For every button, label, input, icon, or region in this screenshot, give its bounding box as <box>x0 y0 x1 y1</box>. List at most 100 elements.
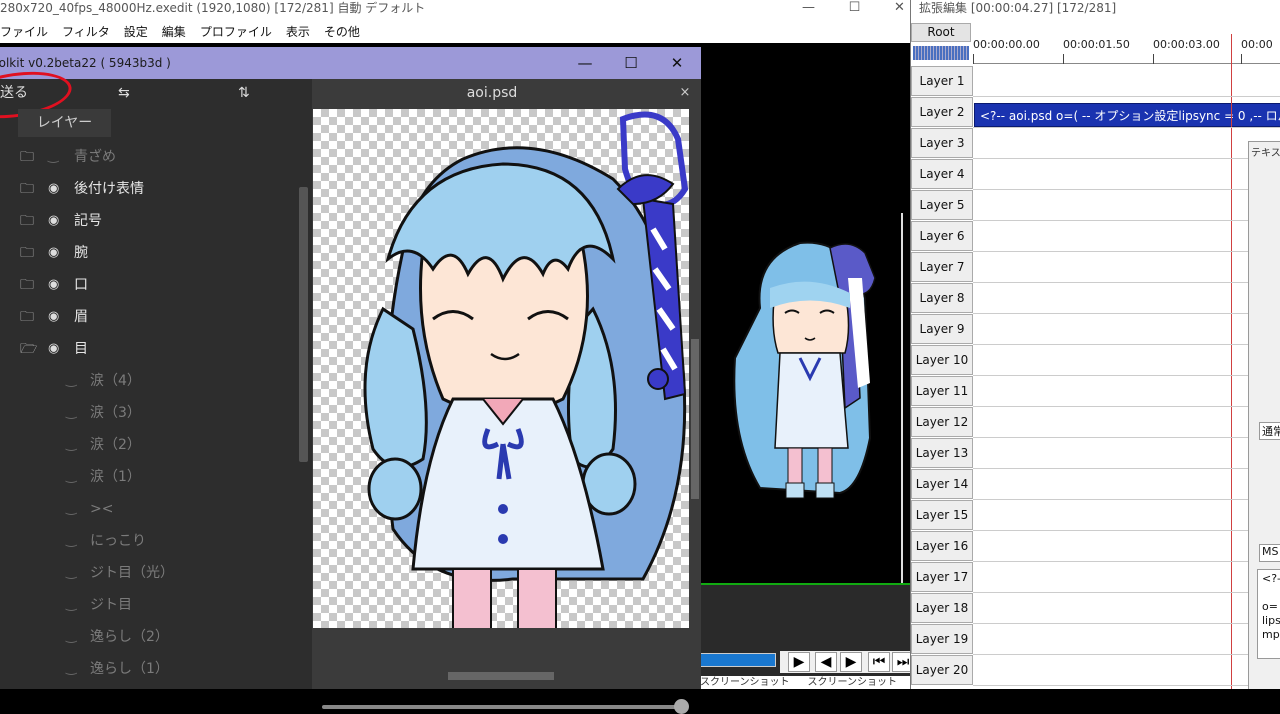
layer-header[interactable]: Layer 5 <box>911 190 973 220</box>
layer-row[interactable]: ‿ 逸らし（2） <box>0 621 296 653</box>
layer-header[interactable]: Layer 20 <box>911 655 973 685</box>
layer-header[interactable]: Layer 1 <box>911 66 973 96</box>
menu-filter[interactable]: フィルタ <box>62 19 110 45</box>
layer-header[interactable]: Layer 12 <box>911 407 973 437</box>
layer-row[interactable]: ‿ 涙（4） <box>0 365 296 397</box>
layer-header[interactable]: Layer 13 <box>911 438 973 468</box>
layer-header[interactable]: Layer 2 <box>911 97 973 127</box>
folder-icon[interactable]: 🗀 <box>20 141 36 173</box>
eye-closed-icon[interactable]: ‿ <box>66 557 84 589</box>
eye-closed-icon[interactable]: ‿ <box>66 653 84 685</box>
timeline-clip[interactable]: <?-- aoi.psd o=( -- オプション設定lipsync = 0 ,… <box>974 103 1280 127</box>
layer-header[interactable]: Layer 19 <box>911 624 973 654</box>
menu-settings[interactable]: 設定 <box>124 19 148 45</box>
eye-closed-icon[interactable]: ‿ <box>66 429 84 461</box>
zoom-slider-knob[interactable] <box>674 699 689 714</box>
eye-closed-icon[interactable]: ‿ <box>66 621 84 653</box>
layer-header[interactable]: Layer 15 <box>911 500 973 530</box>
layer-row[interactable]: ‿ ジト目（光） <box>0 557 296 589</box>
layer-header[interactable]: Layer 7 <box>911 252 973 282</box>
menu-view[interactable]: 表示 <box>286 19 310 45</box>
screenshot-label-1[interactable]: スクリーンショット <box>700 677 790 688</box>
main-maximize-button[interactable]: ☐ <box>832 0 877 19</box>
layer-header[interactable]: Layer 10 <box>911 345 973 375</box>
layer-row[interactable]: 🗀 ◉ 腕 <box>0 237 296 269</box>
eye-icon[interactable]: ◉ <box>48 173 66 205</box>
eye-icon[interactable]: ◉ <box>48 237 66 269</box>
main-minimize-button[interactable]: — <box>786 0 831 19</box>
layer-row[interactable]: 🗁 ◉ 目 <box>0 333 296 365</box>
eye-icon[interactable]: ◉ <box>48 333 66 365</box>
layer-row[interactable]: ‿ 涙（3） <box>0 397 296 429</box>
layer-row[interactable]: ‿ ジト目 <box>0 589 296 621</box>
root-button[interactable]: Root <box>911 23 971 42</box>
document-tab[interactable]: aoi.psd <box>312 79 672 107</box>
next-frame-icon[interactable]: ▶ <box>840 652 862 672</box>
toolkit-minimize-button[interactable]: — <box>562 47 608 79</box>
layer-row[interactable]: 🗀 ◉ 口 <box>0 269 296 301</box>
menu-file[interactable]: ファイル <box>0 19 48 45</box>
layer-header[interactable]: Layer 6 <box>911 221 973 251</box>
layer-header[interactable]: Layer 16 <box>911 531 973 561</box>
layer-row[interactable]: ‿ >< <box>0 493 296 525</box>
zoom-slider[interactable] <box>322 705 684 709</box>
folder-icon[interactable]: 🗀 <box>20 301 36 333</box>
blend-mode-select[interactable]: 通常 <box>1259 422 1280 440</box>
canvas-vertical-scrollbar[interactable] <box>691 339 699 499</box>
layer-row[interactable]: 🗀 ◉ 記号 <box>0 205 296 237</box>
layer-header[interactable]: Layer 9 <box>911 314 973 344</box>
menu-other[interactable]: その他 <box>324 19 360 45</box>
folder-icon[interactable]: 🗀 <box>20 269 36 301</box>
play-icon[interactable]: ▶ <box>788 652 810 672</box>
eye-icon[interactable]: ◉ <box>48 205 66 237</box>
folder-icon[interactable]: 🗀 <box>20 237 36 269</box>
playhead-line[interactable] <box>1231 34 1232 689</box>
swap-horizontal-icon[interactable]: ⇆ <box>118 79 130 107</box>
font-select[interactable]: MS <box>1259 544 1280 562</box>
eye-icon[interactable]: ◉ <box>48 301 66 333</box>
eye-closed-icon[interactable]: ‿ <box>66 461 84 493</box>
layer-row[interactable]: 🗀 ‿ 青ざめ <box>0 141 296 173</box>
canvas-horizontal-scrollbar[interactable] <box>448 672 554 680</box>
layer-row[interactable]: ‿ にっこり <box>0 525 296 557</box>
time-ruler[interactable]: 00:00:00.00 00:00:01.50 00:00:03.00 00:00 <box>973 34 1280 64</box>
layer-row[interactable]: ‿ 涙（1） <box>0 461 296 493</box>
layer-header[interactable]: Layer 11 <box>911 376 973 406</box>
screenshot-label-2[interactable]: スクリーンショット <box>808 677 898 688</box>
layer-header[interactable]: Layer 8 <box>911 283 973 313</box>
layer-header[interactable]: Layer 4 <box>911 159 973 189</box>
layer-header[interactable]: Layer 17 <box>911 562 973 592</box>
go-start-icon[interactable]: ⏮ <box>868 652 890 672</box>
toolkit-maximize-button[interactable]: ☐ <box>608 47 654 79</box>
layer-row[interactable]: ‿ 逸らし（1） <box>0 653 296 685</box>
tab-layers[interactable]: レイヤー <box>18 109 111 137</box>
eye-closed-icon[interactable]: ‿ <box>66 525 84 557</box>
eye-icon[interactable]: ◉ <box>48 269 66 301</box>
layer-header[interactable]: Layer 3 <box>911 128 973 158</box>
timeline-zoom-bar[interactable] <box>913 46 969 60</box>
layer-row[interactable]: ‿ 涙（2） <box>0 429 296 461</box>
layer-row[interactable]: 🗀 ◉ 後付け表情 <box>0 173 296 205</box>
eye-closed-icon[interactable]: ‿ <box>66 365 84 397</box>
eye-closed-icon[interactable]: ‿ <box>66 397 84 429</box>
toolkit-close-button[interactable]: ✕ <box>654 47 700 79</box>
main-close-button[interactable]: ✕ <box>877 0 910 19</box>
menu-profile[interactable]: プロファイル <box>200 19 272 45</box>
eye-closed-icon[interactable]: ‿ <box>66 493 84 525</box>
eye-closed-icon[interactable]: ‿ <box>48 141 66 173</box>
layer-name: 逸らし（2） <box>90 629 169 645</box>
folder-icon[interactable]: 🗀 <box>20 173 36 205</box>
folder-open-icon[interactable]: 🗁 <box>20 333 37 365</box>
folder-icon[interactable]: 🗀 <box>20 205 36 237</box>
layer-header[interactable]: Layer 18 <box>911 593 973 623</box>
swap-vertical-icon[interactable]: ⇅ <box>238 79 250 107</box>
text-input-box[interactable]: <?- o= lips mp <box>1257 569 1280 659</box>
psd-canvas[interactable] <box>313 109 689 628</box>
tab-close-icon[interactable]: × <box>674 82 696 104</box>
layer-row[interactable]: 🗀 ◉ 眉 <box>0 301 296 333</box>
layer-header[interactable]: Layer 14 <box>911 469 973 499</box>
prev-frame-icon[interactable]: ◀ <box>815 652 837 672</box>
menu-edit[interactable]: 編集 <box>162 19 186 45</box>
layer-scrollbar[interactable] <box>299 187 308 462</box>
eye-closed-icon[interactable]: ‿ <box>66 589 84 621</box>
